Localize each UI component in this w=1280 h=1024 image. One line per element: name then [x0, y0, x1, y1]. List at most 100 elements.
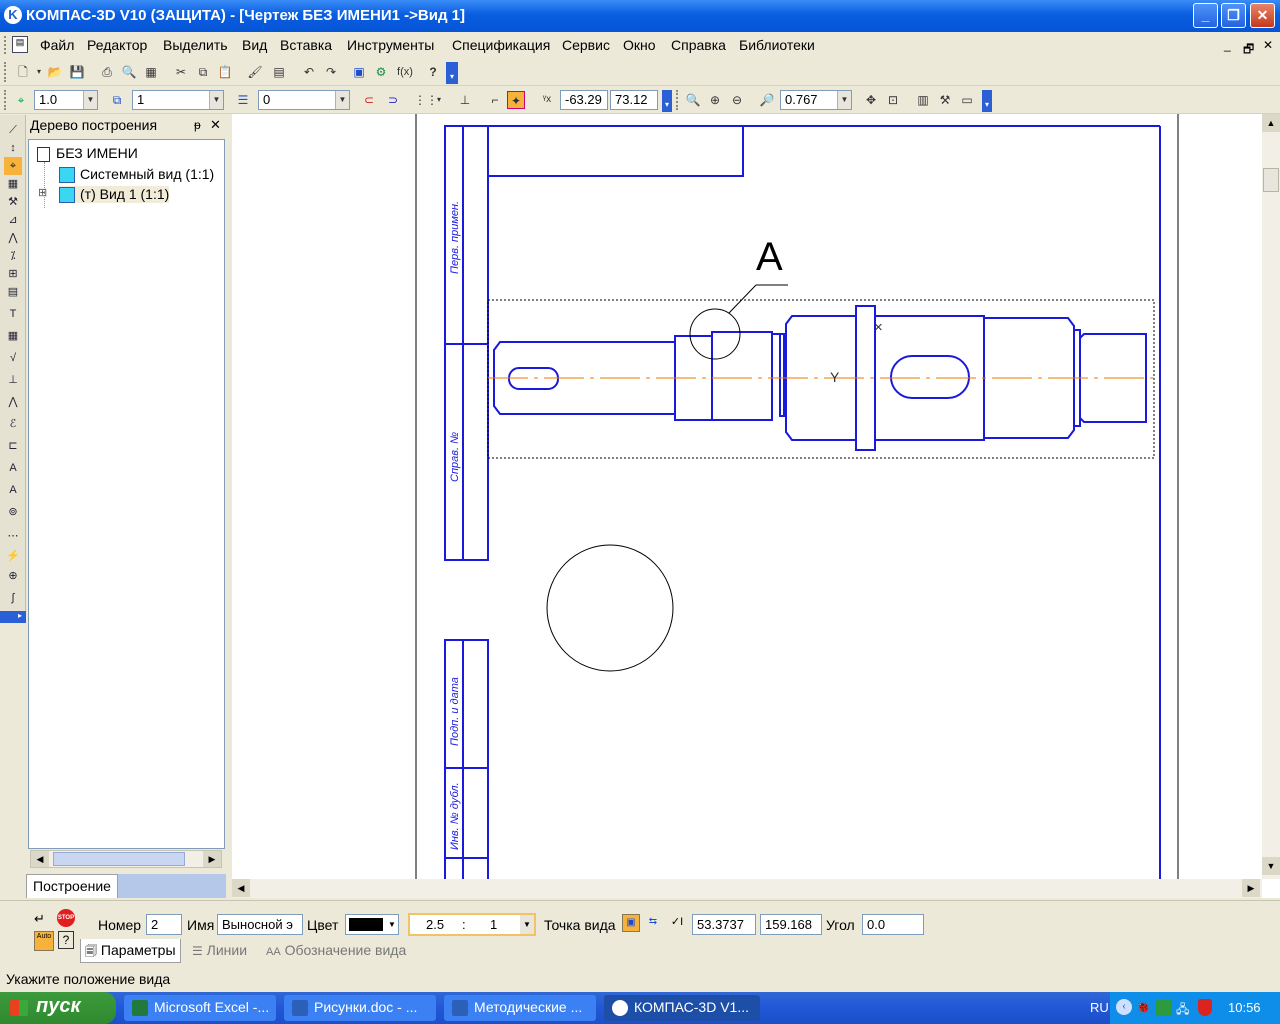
- display-icon[interactable]: ▭: [958, 91, 976, 109]
- auto-create-icon[interactable]: Auto: [34, 931, 54, 951]
- print-icon[interactable]: ⎙: [98, 63, 116, 81]
- tray-app-icon[interactable]: [1156, 1000, 1172, 1016]
- tab-lines[interactable]: ☰ Линии: [188, 939, 251, 963]
- pan-icon[interactable]: ✥: [862, 91, 880, 109]
- scale-select[interactable]: 2.5 : 1 ▼: [408, 913, 536, 936]
- new-file-icon[interactable]: 🗋: [14, 63, 32, 81]
- menu-tools[interactable]: Инструменты: [347, 37, 434, 53]
- undo-icon[interactable]: ↶: [300, 63, 318, 81]
- regenerate-icon[interactable]: ⚒: [936, 91, 954, 109]
- document-icon[interactable]: ▤: [12, 36, 28, 53]
- point-x-field[interactable]: 53.3737: [692, 914, 756, 935]
- scroll-thumb[interactable]: [1263, 168, 1279, 192]
- center-mark-icon[interactable]: ⊕: [4, 567, 22, 585]
- toolbar-grip[interactable]: [676, 90, 680, 110]
- view-scale-dropdown-icon[interactable]: ▼: [83, 91, 97, 109]
- tray-expand-icon[interactable]: ‹: [1116, 999, 1132, 1015]
- zoom-window-icon[interactable]: 🔍: [684, 91, 702, 109]
- mdi-minimize-button[interactable]: _: [1224, 38, 1231, 52]
- layer-icon[interactable]: ☰: [234, 91, 252, 109]
- menu-file[interactable]: Файл: [40, 37, 74, 53]
- function-fx-icon[interactable]: f(x): [396, 63, 414, 81]
- manager-icon[interactable]: ▤: [270, 63, 288, 81]
- stop-icon[interactable]: STOP: [57, 909, 75, 927]
- scroll-left-icon[interactable]: ◀: [31, 851, 49, 867]
- color-select[interactable]: ▼: [345, 914, 399, 935]
- minimize-button[interactable]: _: [1193, 3, 1218, 28]
- enter-icon[interactable]: ↵: [34, 911, 45, 927]
- point-y-field[interactable]: 159.168: [760, 914, 822, 935]
- menu-libraries[interactable]: Библиотеки: [739, 37, 815, 53]
- language-indicator[interactable]: RU: [1090, 1000, 1109, 1015]
- canvas-horizontal-scrollbar[interactable]: ◀ ▶: [232, 879, 1262, 898]
- color-dropdown-icon[interactable]: ▼: [386, 915, 398, 934]
- tree-item-system-view[interactable]: Системный вид (1:1): [59, 166, 214, 184]
- cursor-y-field[interactable]: 73.12: [610, 90, 658, 110]
- geometry-icon[interactable]: ⟋: [4, 121, 22, 139]
- scroll-down-icon[interactable]: ▼: [1262, 857, 1280, 875]
- toolbar-grip[interactable]: [4, 90, 8, 110]
- menu-service[interactable]: Сервис: [562, 37, 610, 53]
- compact-overflow-icon[interactable]: ▸: [0, 611, 26, 623]
- scroll-right-icon[interactable]: ▶: [1242, 879, 1260, 897]
- network-icon[interactable]: 🖧: [1176, 1000, 1192, 1016]
- tree-horizontal-scrollbar[interactable]: ◀ ▶: [30, 850, 222, 868]
- pin-icon[interactable]: ᵽ: [194, 118, 201, 132]
- toolbar-overflow-icon[interactable]: ▾: [446, 62, 458, 84]
- text-icon[interactable]: T: [4, 305, 22, 323]
- print-preview-icon[interactable]: 🔍: [120, 63, 138, 81]
- ortho-icon[interactable]: ⌐: [486, 91, 504, 109]
- tree-item-view1[interactable]: (т) Вид 1 (1:1): [59, 186, 170, 204]
- round-snap-icon[interactable]: ✦: [507, 91, 525, 109]
- grid-dropdown-icon[interactable]: ▾: [434, 91, 444, 109]
- tolerance-icon[interactable]: ⊏: [4, 437, 22, 455]
- snap-magnet-icon[interactable]: ⊂: [360, 91, 378, 109]
- tree-expander-icon[interactable]: ⊞: [38, 186, 47, 199]
- zoom-scale-icon[interactable]: 🔎: [758, 91, 776, 109]
- task-word-pictures[interactable]: Рисунки.doc - ...: [284, 995, 436, 1021]
- scroll-up-icon[interactable]: ▲: [1262, 114, 1280, 132]
- toolbar-grip[interactable]: [4, 62, 8, 82]
- associative-views-icon[interactable]: ⊞: [4, 265, 22, 283]
- clock[interactable]: 10:56: [1228, 1000, 1261, 1015]
- leader-icon[interactable]: ⋀: [4, 393, 22, 411]
- redo-icon[interactable]: ↷: [322, 63, 340, 81]
- context-help-icon[interactable]: ?: [424, 63, 442, 81]
- maximize-button[interactable]: ❐: [1221, 3, 1246, 28]
- table-icon[interactable]: ▦: [4, 327, 22, 345]
- tab-parameters[interactable]: 🗐 Параметры: [80, 939, 181, 963]
- menu-insert[interactable]: Вставка: [280, 37, 332, 53]
- kompas-app-icon[interactable]: K: [4, 6, 22, 24]
- variables-icon[interactable]: ▣: [350, 63, 368, 81]
- save-icon[interactable]: 💾: [68, 63, 86, 81]
- task-excel[interactable]: Microsoft Excel -...: [124, 995, 276, 1021]
- drawing-svg[interactable]: Перв. примен. Справ. № Подп. и дата Инв.…: [232, 114, 1280, 901]
- canvas-vertical-scrollbar[interactable]: ▲ ▼: [1262, 114, 1280, 879]
- start-button[interactable]: пуск: [0, 992, 116, 1024]
- task-word-methodical[interactable]: Методические ...: [444, 995, 596, 1021]
- menu-grip[interactable]: [4, 36, 8, 54]
- point-snap-icon[interactable]: ⇆: [644, 914, 662, 932]
- current-view-icon[interactable]: ⧉: [108, 91, 126, 109]
- toolbar-overflow-icon[interactable]: ▾: [982, 90, 992, 112]
- menu-select[interactable]: Выделить: [163, 37, 228, 53]
- position-icon[interactable]: ℰ: [4, 415, 22, 433]
- scroll-right-icon[interactable]: ▶: [203, 851, 221, 867]
- new-dropdown-icon[interactable]: ▾: [34, 63, 44, 81]
- toolbar-overflow-icon[interactable]: ▾: [662, 90, 672, 112]
- current-view-dropdown-icon[interactable]: ▼: [209, 91, 223, 109]
- layer-dropdown-icon[interactable]: ▼: [335, 91, 349, 109]
- scale-dropdown-icon[interactable]: ▼: [520, 915, 534, 934]
- refresh-icon[interactable]: ▥: [914, 91, 932, 109]
- edit-icon[interactable]: ⚒: [4, 193, 22, 211]
- menu-specification[interactable]: Спецификация: [452, 37, 550, 53]
- drawing-canvas[interactable]: Перв. примен. Справ. № Подп. и дата Инв.…: [232, 114, 1280, 901]
- format-painter-icon[interactable]: 🖌: [246, 63, 264, 81]
- scroll-thumb[interactable]: [53, 852, 185, 866]
- library-manager-icon[interactable]: ⚙: [372, 63, 390, 81]
- menu-help[interactable]: Справка: [671, 37, 726, 53]
- tree-root[interactable]: БЕЗ ИМЕНИ: [37, 145, 138, 162]
- axis-line-icon[interactable]: ⋯: [4, 527, 22, 545]
- menu-view[interactable]: Вид: [242, 37, 267, 53]
- properties-icon[interactable]: ▦: [142, 63, 160, 81]
